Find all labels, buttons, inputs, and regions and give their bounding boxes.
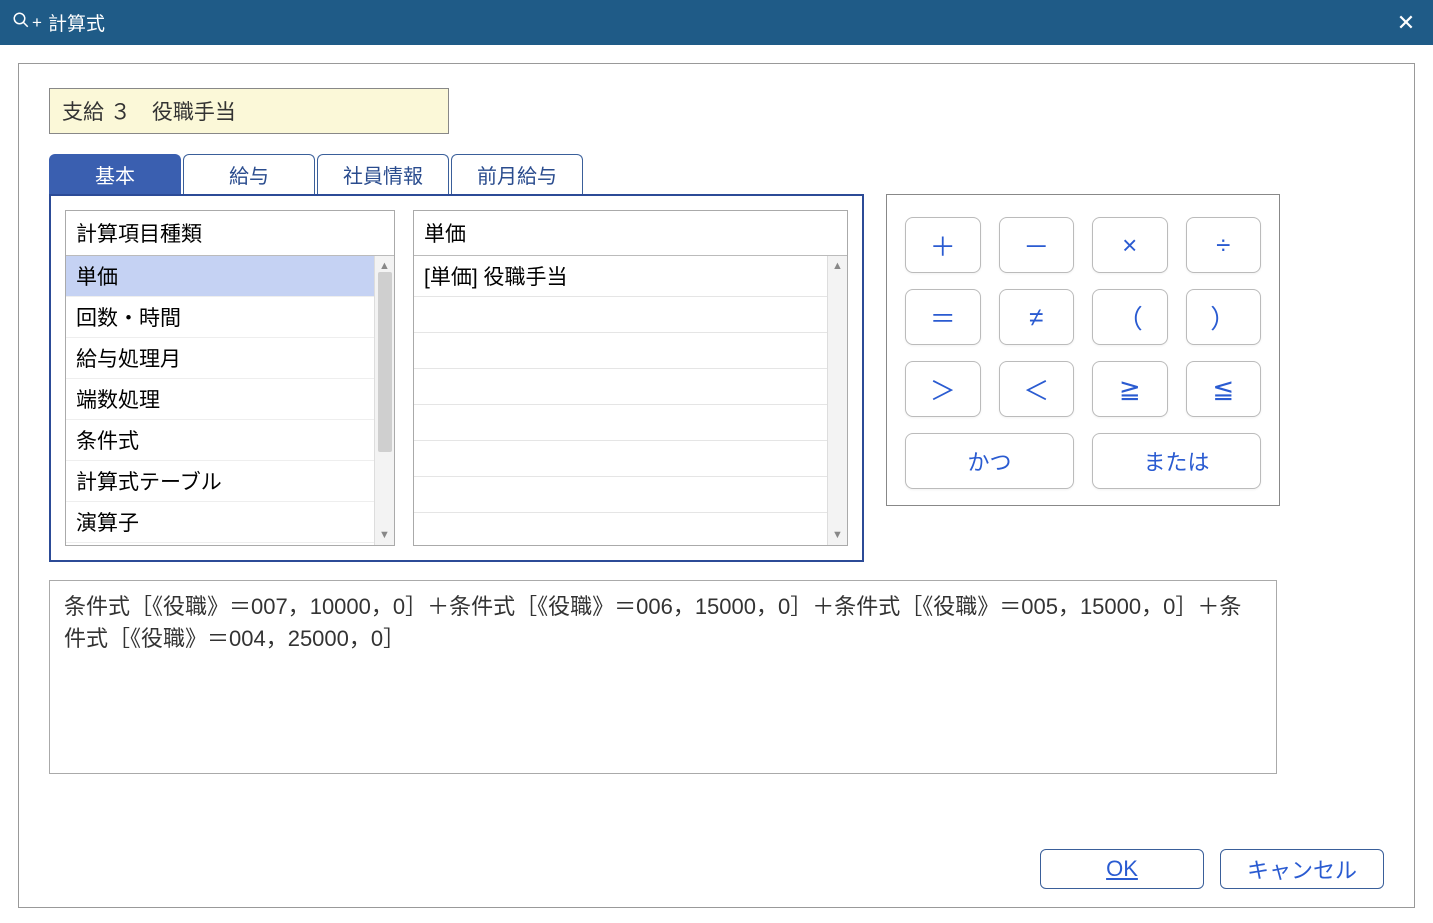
value-item[interactable]: [414, 513, 827, 545]
titlebar: + 計算式 ✕: [0, 0, 1433, 45]
close-icon[interactable]: ✕: [1391, 10, 1421, 36]
operator-button[interactable]: ＞: [905, 361, 981, 417]
main-panels: 計算項目種類 単価回数・時間給与処理月端数処理条件式計算式テーブル演算子不等号 …: [49, 194, 1384, 562]
cancel-button[interactable]: キャンセル: [1220, 849, 1384, 889]
tabs: 基本給与社員情報前月給与: [49, 154, 1384, 194]
dialog-footer: OK キャンセル: [1040, 849, 1384, 889]
tab-2[interactable]: 社員情報: [317, 154, 449, 194]
scrollbar-thumb[interactable]: [378, 272, 392, 452]
scroll-down-icon[interactable]: ▼: [832, 529, 843, 541]
category-item[interactable]: 端数処理: [66, 379, 374, 420]
operator-button[interactable]: （: [1092, 289, 1168, 345]
category-scrollbar[interactable]: ▲ ▼: [374, 256, 394, 545]
logic-operator-button[interactable]: または: [1092, 433, 1261, 489]
operator-panel: ＋ － × ÷ ＝ ≠ （ ） ＞ ＜ ≧ ≦ かつまたは: [886, 194, 1280, 506]
item-listbox: 単価 [単価] 役職手当 ▲ ▼: [413, 210, 848, 546]
operator-button[interactable]: ÷: [1186, 217, 1262, 273]
operator-button[interactable]: ≠: [999, 289, 1075, 345]
selector-panel: 計算項目種類 単価回数・時間給与処理月端数処理条件式計算式テーブル演算子不等号 …: [49, 194, 864, 562]
category-item[interactable]: 回数・時間: [66, 297, 374, 338]
tab-0[interactable]: 基本: [49, 154, 181, 194]
window-title: 計算式: [48, 9, 105, 36]
scroll-up-icon[interactable]: ▲: [379, 260, 390, 272]
logic-operator-button[interactable]: かつ: [905, 433, 1074, 489]
category-item[interactable]: 演算子: [66, 502, 374, 543]
value-item[interactable]: [414, 477, 827, 513]
operator-button[interactable]: －: [999, 217, 1075, 273]
item-list-header: 単価: [414, 211, 847, 256]
operator-button[interactable]: ≧: [1092, 361, 1168, 417]
item-scrollbar[interactable]: ▲ ▼: [827, 256, 847, 545]
category-item[interactable]: 計算式テーブル: [66, 461, 374, 502]
category-item[interactable]: 単価: [66, 256, 374, 297]
tab-1[interactable]: 給与: [183, 154, 315, 194]
category-list-header: 計算項目種類: [66, 211, 394, 256]
operator-button[interactable]: ≦: [1186, 361, 1262, 417]
category-item[interactable]: 条件式: [66, 420, 374, 461]
value-item[interactable]: [414, 369, 827, 405]
value-item[interactable]: [414, 405, 827, 441]
operator-button[interactable]: ×: [1092, 217, 1168, 273]
value-item[interactable]: [414, 333, 827, 369]
field-name-label: 支給 ３ 役職手当: [49, 88, 449, 134]
operator-button[interactable]: ＋: [905, 217, 981, 273]
category-listbox: 計算項目種類 単価回数・時間給与処理月端数処理条件式計算式テーブル演算子不等号 …: [65, 210, 395, 546]
tab-3[interactable]: 前月給与: [451, 154, 583, 194]
value-item[interactable]: [414, 297, 827, 333]
operator-button[interactable]: ）: [1186, 289, 1262, 345]
operator-button[interactable]: ＝: [905, 289, 981, 345]
category-item[interactable]: 給与処理月: [66, 338, 374, 379]
search-icon: [12, 11, 30, 34]
ok-button[interactable]: OK: [1040, 849, 1204, 889]
formula-textarea[interactable]: 条件式［《役職》＝007，10000，0］＋条件式［《役職》＝006，15000…: [49, 580, 1277, 774]
dialog-body: 支給 ３ 役職手当 基本給与社員情報前月給与 計算項目種類 単価回数・時間給与処…: [18, 63, 1415, 908]
title-plus: +: [32, 13, 42, 33]
scroll-down-icon[interactable]: ▼: [379, 529, 390, 541]
value-item[interactable]: [単価] 役職手当: [414, 256, 827, 297]
operator-button[interactable]: ＜: [999, 361, 1075, 417]
scroll-up-icon[interactable]: ▲: [832, 260, 843, 272]
category-item[interactable]: 不等号: [66, 543, 374, 545]
value-item[interactable]: [414, 441, 827, 477]
